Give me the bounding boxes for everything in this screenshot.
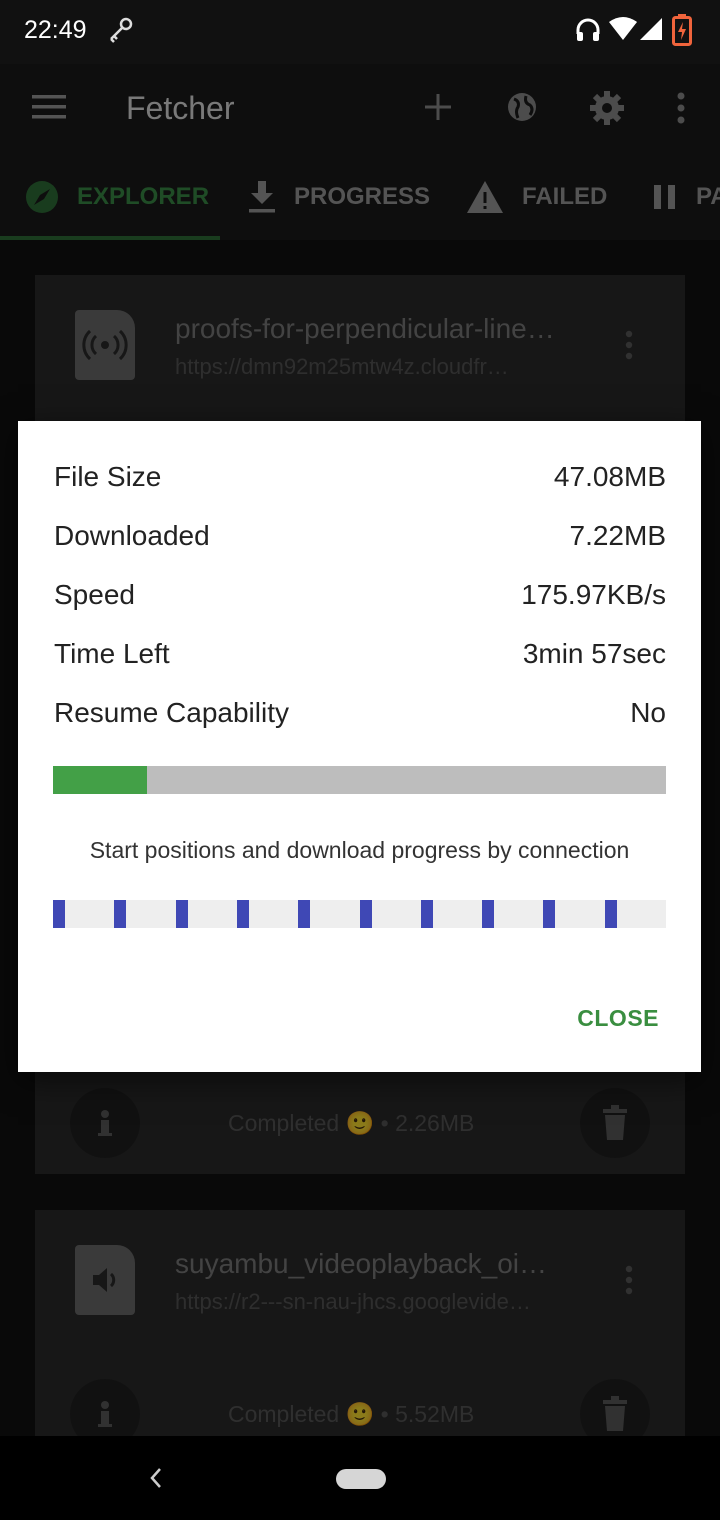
connection-segment — [53, 900, 65, 928]
file-size-row: File Size 47.08MB — [54, 461, 666, 493]
connection-segment — [236, 900, 249, 928]
key-icon — [110, 17, 133, 43]
time-left-value: 3min 57sec — [522, 638, 666, 669]
status-time: 22:49 — [24, 16, 87, 44]
connection-segment — [482, 900, 495, 928]
battery-charging-icon — [672, 14, 692, 46]
downloaded-row: Downloaded 7.22MB — [54, 520, 666, 552]
connection-segment — [359, 900, 372, 928]
speed-label: Speed — [54, 579, 135, 610]
cell-signal-icon — [640, 18, 662, 40]
resume-capability-label: Resume Capability — [54, 697, 289, 728]
download-progress-bar — [53, 766, 666, 794]
downloaded-value: 7.22MB — [569, 520, 667, 551]
resume-capability-value: No — [630, 697, 666, 728]
file-size-label: File Size — [54, 461, 162, 492]
speed-value: 175.97KB/s — [521, 579, 666, 610]
connection-segment — [175, 900, 188, 928]
time-left-label: Time Left — [54, 638, 170, 669]
wifi-icon — [609, 17, 637, 40]
close-button[interactable]: CLOSE — [577, 1005, 659, 1032]
connection-segment — [298, 900, 311, 928]
download-progress-fill — [53, 766, 147, 794]
downloaded-label: Downloaded — [54, 520, 210, 551]
connection-segment — [604, 900, 617, 928]
connection-segment — [114, 900, 127, 928]
connection-segment — [420, 900, 433, 928]
file-size-value: 47.08MB — [553, 461, 666, 492]
headset-icon — [576, 18, 600, 41]
time-left-row: Time Left 3min 57sec — [54, 638, 666, 670]
resume-capability-row: Resume Capability No — [54, 697, 666, 729]
connection-segment — [543, 900, 556, 928]
connections-caption: Start positions and download progress by… — [89, 837, 630, 863]
speed-row: Speed 175.97KB/s — [54, 579, 666, 611]
connections-progress-track — [53, 900, 666, 928]
back-icon[interactable] — [148, 1466, 164, 1490]
download-details-dialog: File Size 47.08MB Downloaded 7.22MB Spee… — [18, 421, 701, 1072]
home-pill[interactable] — [336, 1469, 386, 1489]
